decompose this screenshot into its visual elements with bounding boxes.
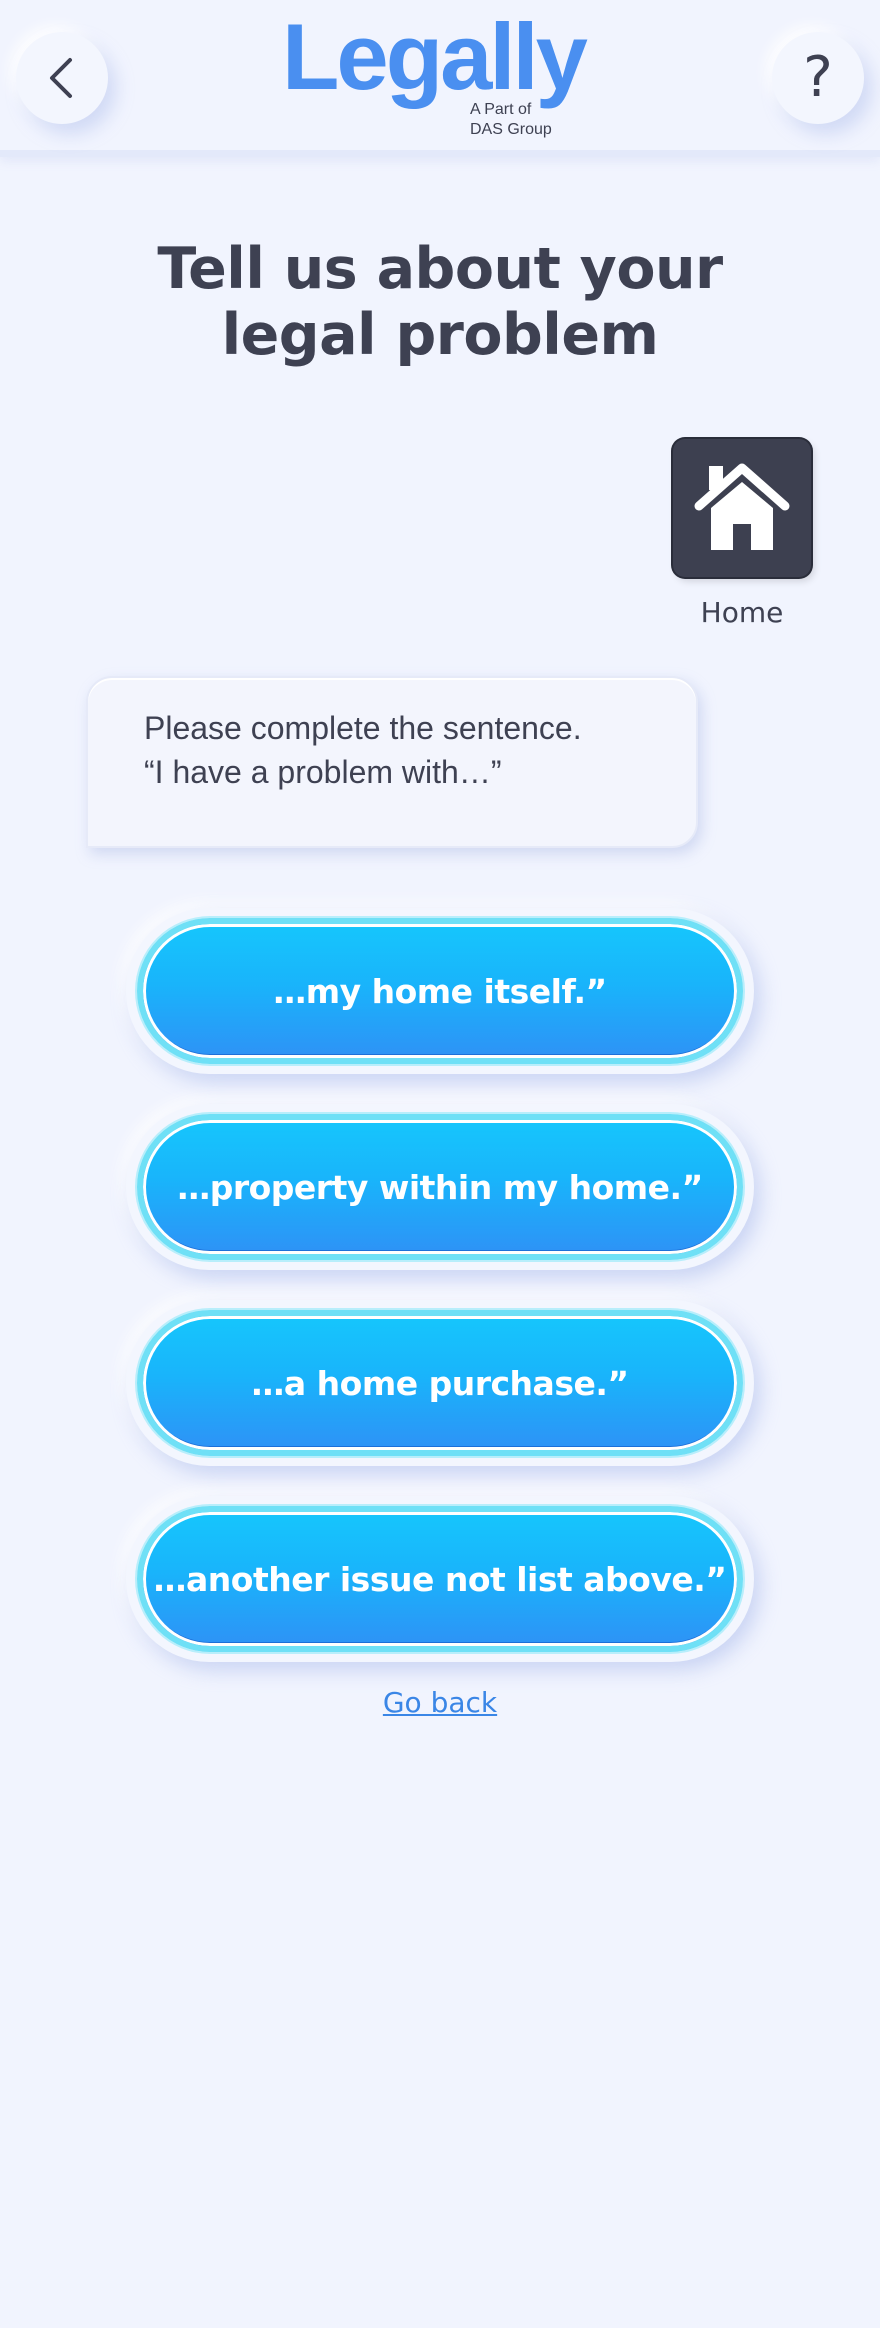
house-icon xyxy=(694,463,790,550)
option-home-purchase-button[interactable]: …a home purchase.” xyxy=(137,1310,743,1456)
category-label: Home xyxy=(700,596,784,629)
help-button[interactable]: ? xyxy=(772,32,864,124)
app-header: Legally A Part of DAS Group ? xyxy=(0,0,880,157)
back-button[interactable] xyxy=(16,32,108,124)
page-title-line1: Tell us about your xyxy=(157,236,723,302)
prompt-instruction: Please complete the sentence. xyxy=(144,710,582,746)
chevron-left-icon xyxy=(50,58,72,98)
logo-tagline-line2: DAS Group xyxy=(470,121,552,138)
option-label: …my home itself.” xyxy=(273,971,607,1011)
logo-tagline-line1: A Part of xyxy=(470,101,532,118)
option-property-within-home-button[interactable]: …property within my home.” xyxy=(137,1114,743,1260)
option-label: …a home purchase.” xyxy=(251,1363,629,1403)
option-container: …my home itself.” xyxy=(126,908,754,1074)
legally-logo: Legally A Part of DAS Group xyxy=(282,10,602,143)
logo-tagline: A Part of DAS Group xyxy=(470,100,552,140)
option-label: …another issue not list above.” xyxy=(153,1559,727,1599)
category-tile-home xyxy=(673,439,811,577)
option-container: …another issue not list above.” xyxy=(126,1496,754,1662)
prompt-sentence-start: “I have a problem with…” xyxy=(144,754,502,790)
prompt-bubble: Please complete the sentence. “I have a … xyxy=(86,676,698,848)
help-icon: ? xyxy=(803,45,833,110)
option-container: …property within my home.” xyxy=(126,1104,754,1270)
page-title: Tell us about your legal problem xyxy=(0,236,880,368)
go-back-link[interactable]: Go back xyxy=(0,1686,880,1719)
page-title-line2: legal problem xyxy=(221,302,659,368)
logo-wordmark: Legally xyxy=(282,4,588,109)
option-container: …a home purchase.” xyxy=(126,1300,754,1466)
option-my-home-itself-button[interactable]: …my home itself.” xyxy=(137,918,743,1064)
option-label: …property within my home.” xyxy=(177,1167,703,1207)
option-another-issue-button[interactable]: …another issue not list above.” xyxy=(137,1506,743,1652)
